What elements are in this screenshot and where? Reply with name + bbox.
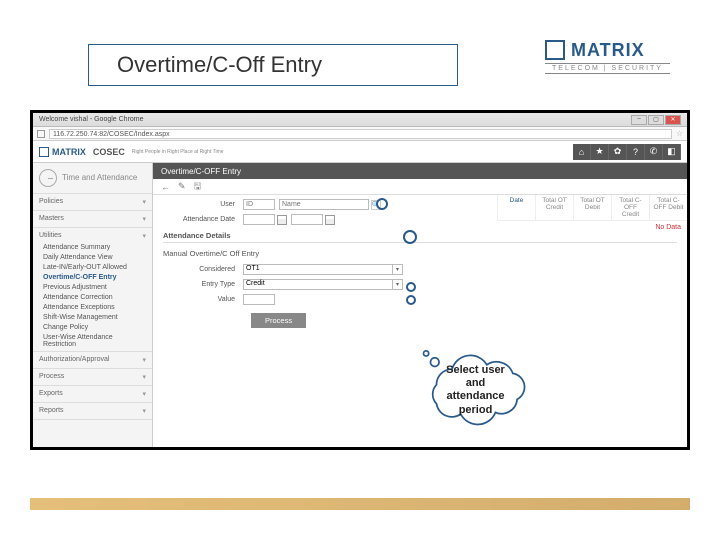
app-brand-logo-icon: [39, 147, 49, 157]
considered-dropdown[interactable]: OT1 ▾: [243, 264, 403, 275]
section-manual-entry: Manual Overtime/C Off Entry: [163, 247, 677, 260]
attendance-date-to-input[interactable]: [291, 214, 323, 225]
sidebar-section-utilities[interactable]: Utilities▾: [33, 230, 152, 242]
app-tagline: Right People in Right Place at Right Tim…: [132, 149, 224, 155]
app-product-name: COSEC: [93, 147, 125, 157]
browser-tab-bar: Welcome vishal - Google Chrome – ▢ ✕: [33, 113, 687, 127]
label-entry-type: Entry Type: [163, 281, 243, 288]
sidebar-section-policies[interactable]: Policies▾: [33, 196, 152, 208]
callout-cloud: Select user and attendance period: [408, 350, 543, 428]
back-icon[interactable]: ←: [161, 182, 170, 192]
no-data-label: No Data: [497, 220, 687, 234]
sidebar: Time and Attendance Policies▾ Masters▾ U…: [33, 163, 153, 447]
slide-title: Overtime/C-Off Entry: [117, 52, 322, 78]
label-considered: Considered: [163, 266, 243, 273]
sidebar-item-userwise-att-restriction[interactable]: User-Wise Attendance Restriction: [33, 332, 152, 349]
bookmark-star-icon[interactable]: ☆: [676, 129, 683, 138]
app-frame: Welcome vishal - Google Chrome – ▢ ✕ 116…: [30, 110, 690, 450]
sidebar-item-change-policy[interactable]: Change Policy: [33, 322, 152, 332]
content-toolbar: ← ✎ 🖫: [153, 179, 687, 195]
totals-col-ot-debit: Total OT Debit: [573, 195, 611, 220]
app-brand: MATRIX COSEC Right People in Right Place…: [39, 147, 573, 157]
help-icon[interactable]: ?: [627, 144, 645, 160]
window-minimize-button[interactable]: –: [631, 115, 647, 125]
footer-stripe: [30, 498, 690, 510]
sidebar-section-masters[interactable]: Masters▾: [33, 213, 152, 225]
totals-panel: Date Total OT Credit Total OT Debit Tota…: [497, 195, 687, 234]
totals-col-ot-credit: Total OT Credit: [535, 195, 573, 220]
logo-text: MATRIX: [571, 40, 645, 61]
window-close-button[interactable]: ✕: [665, 115, 681, 125]
edit-icon[interactable]: ✎: [178, 181, 186, 192]
widget-icon[interactable]: ◧: [663, 144, 681, 160]
home-icon[interactable]: ⌂: [573, 144, 591, 160]
attendance-date-from-input[interactable]: [243, 214, 275, 225]
label-value: Value: [163, 296, 243, 303]
sidebar-section-authorization[interactable]: Authorization/Approval▾: [33, 354, 152, 366]
app-brand-text: MATRIX: [52, 147, 86, 157]
gear-icon[interactable]: ✿: [609, 144, 627, 160]
entry-type-dropdown[interactable]: Credit ▾: [243, 279, 403, 290]
browser-tab-title: Welcome vishal - Google Chrome: [39, 116, 144, 123]
app-header: MATRIX COSEC Right People in Right Place…: [33, 141, 687, 163]
window-maximize-button[interactable]: ▢: [648, 115, 664, 125]
considered-value: OT1: [243, 264, 393, 275]
sidebar-item-attendance-correction[interactable]: Attendance Correction: [33, 292, 152, 302]
sidebar-item-attendance-summary[interactable]: Attendance Summary: [33, 242, 152, 252]
calendar-to-icon[interactable]: [325, 215, 335, 225]
callout-text: Select user and attendance period: [408, 364, 543, 417]
entry-type-value: Credit: [243, 279, 393, 290]
content-header: Overtime/C-OFF Entry: [153, 163, 687, 179]
save-icon[interactable]: 🖫: [194, 179, 202, 195]
totals-col-coff-debit: Total C-OFF Debit: [649, 195, 687, 220]
slide-title-box: Overtime/C-Off Entry: [88, 44, 458, 86]
chevron-down-icon: ▾: [393, 279, 403, 290]
totals-col-coff-credit: Total C-OFF Credit: [611, 195, 649, 220]
sidebar-section-process[interactable]: Process▾: [33, 371, 152, 383]
sidebar-module-title: Time and Attendance: [62, 174, 137, 183]
url-field[interactable]: 116.72.250.74:82/COSEC/Index.aspx: [49, 129, 672, 139]
logo-square-icon: [545, 40, 565, 60]
totals-date-label: Date: [497, 195, 535, 220]
brand-logo: MATRIX TELECOM | SECURITY: [545, 40, 670, 74]
page-icon: [37, 130, 45, 138]
label-attendance-date: Attendance Date: [163, 216, 243, 223]
sidebar-item-shift-wise-mgmt[interactable]: Shift-Wise Management: [33, 312, 152, 322]
sidebar-module-header: Time and Attendance: [33, 163, 152, 194]
phone-icon[interactable]: ✆: [645, 144, 663, 160]
sidebar-section-exports[interactable]: Exports▾: [33, 388, 152, 400]
chevron-down-icon: ▾: [393, 264, 403, 275]
sidebar-item-late-early-allowed[interactable]: Late-IN/Early-OUT Allowed: [33, 262, 152, 272]
header-actions: ⌂ ★ ✿ ? ✆ ◧: [573, 144, 681, 160]
address-bar: 116.72.250.74:82/COSEC/Index.aspx ☆: [33, 127, 687, 141]
sidebar-section-reports[interactable]: Reports▾: [33, 405, 152, 417]
logo-subtitle: TELECOM | SECURITY: [545, 63, 670, 74]
sidebar-item-overtime-coff-entry[interactable]: Overtime/C-OFF Entry: [33, 272, 152, 282]
process-button[interactable]: Process: [251, 313, 306, 328]
value-input[interactable]: [243, 294, 275, 305]
clock-icon: [39, 169, 57, 187]
calendar-from-icon[interactable]: [277, 215, 287, 225]
star-icon[interactable]: ★: [591, 144, 609, 160]
window-controls: – ▢ ✕: [631, 115, 681, 125]
user-lookup-icon[interactable]: 🔍: [371, 200, 381, 210]
user-id-input[interactable]: [243, 199, 275, 210]
label-user: User: [163, 201, 243, 208]
user-name-input[interactable]: [279, 199, 369, 210]
main-content: Overtime/C-OFF Entry ← ✎ 🖫 User 🔍 Attend…: [153, 163, 687, 447]
sidebar-item-attendance-exceptions[interactable]: Attendance Exceptions: [33, 302, 152, 312]
sidebar-item-daily-attendance-view[interactable]: Daily Attendance View: [33, 252, 152, 262]
sidebar-item-previous-adjustment[interactable]: Previous Adjustment: [33, 282, 152, 292]
